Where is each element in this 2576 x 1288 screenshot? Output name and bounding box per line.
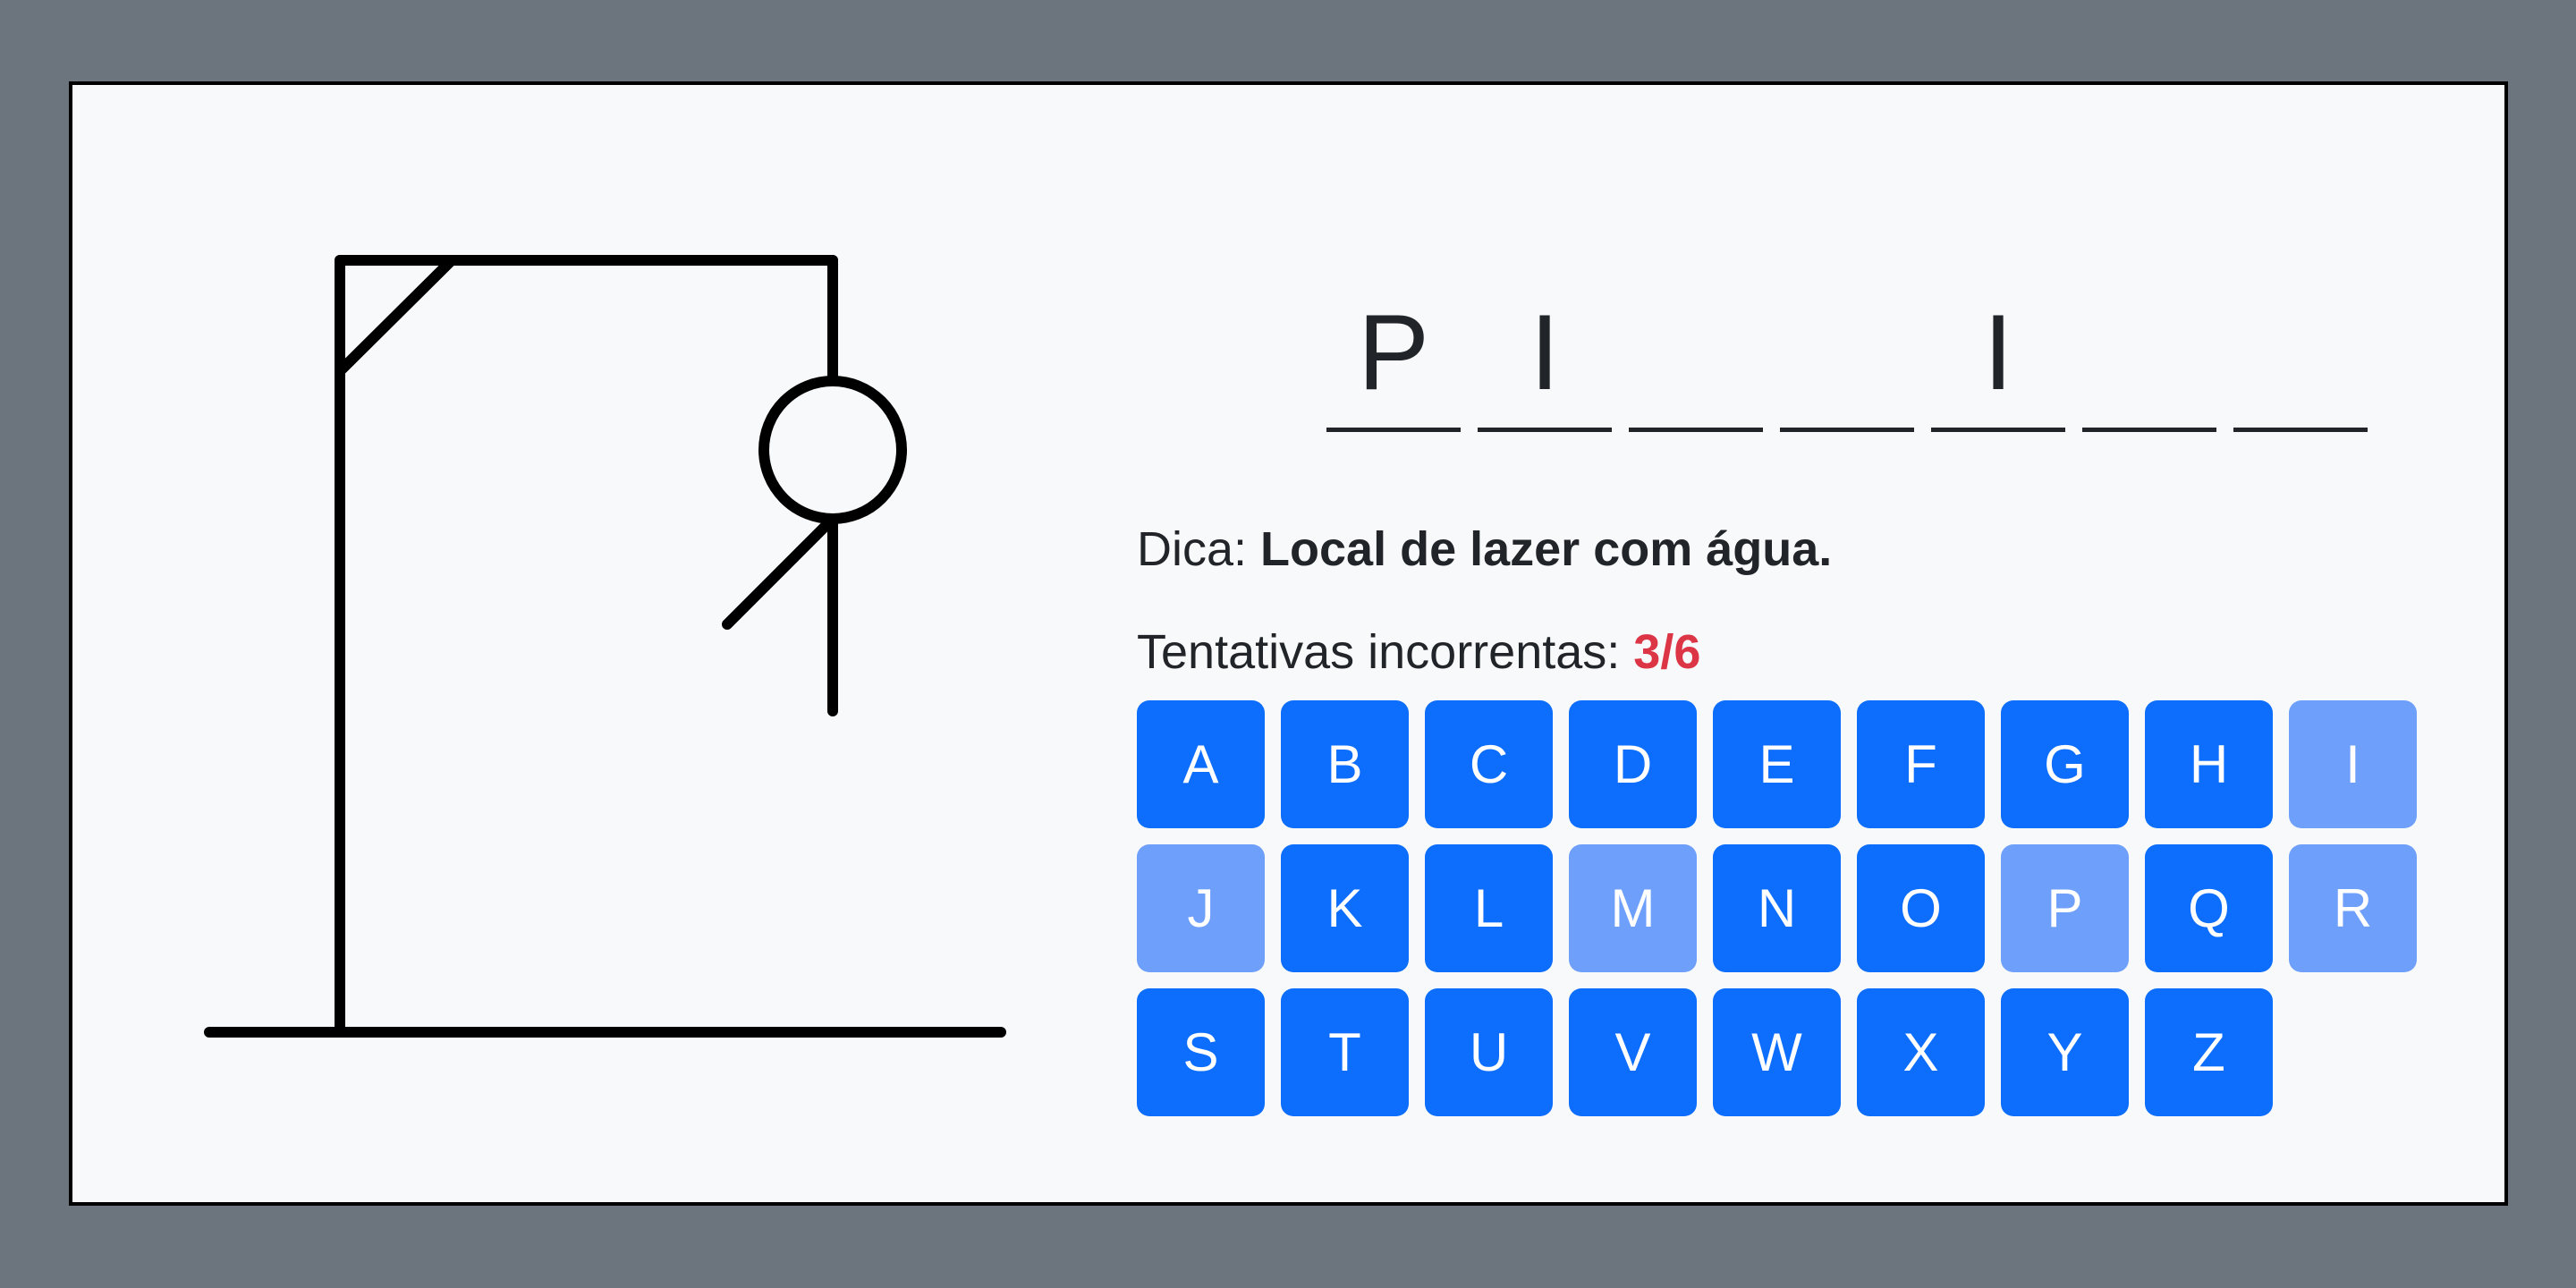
- hint-label: Dica:: [1137, 522, 1248, 576]
- key-s[interactable]: S: [1137, 988, 1265, 1116]
- key-a[interactable]: A: [1137, 700, 1265, 828]
- gallows-brace: [335, 255, 457, 377]
- letter-slot: [2233, 273, 2368, 432]
- key-q[interactable]: Q: [2145, 844, 2273, 972]
- hangman-head: [758, 376, 907, 524]
- tries-label: Tentativas incorrentas:: [1137, 625, 1621, 679]
- letter-slot: I: [1931, 273, 2065, 432]
- key-f[interactable]: F: [1857, 700, 1985, 828]
- tries-value: 3/6: [1633, 625, 1701, 679]
- key-r: R: [2289, 844, 2417, 972]
- key-b[interactable]: B: [1281, 700, 1409, 828]
- key-o[interactable]: O: [1857, 844, 1985, 972]
- word-display: P I I: [1326, 273, 2368, 432]
- letter-slot: P: [1326, 273, 1461, 432]
- key-t[interactable]: T: [1281, 988, 1409, 1116]
- key-j: J: [1137, 844, 1265, 972]
- key-h[interactable]: H: [2145, 700, 2273, 828]
- key-g[interactable]: G: [2001, 700, 2129, 828]
- key-l[interactable]: L: [1425, 844, 1553, 972]
- hint: Dica: Local de lazer com água.: [1137, 521, 1832, 577]
- key-e[interactable]: E: [1713, 700, 1841, 828]
- hangman-left-arm: [722, 513, 838, 630]
- key-p: P: [2001, 844, 2129, 972]
- key-k[interactable]: K: [1281, 844, 1409, 972]
- key-w[interactable]: W: [1713, 988, 1841, 1116]
- letter-slot: I: [1478, 273, 1612, 432]
- key-m: M: [1569, 844, 1697, 972]
- key-c[interactable]: C: [1425, 700, 1553, 828]
- letter-keyboard: ABCDEFGHI JKLMNOPQR STUVWXYZ: [1137, 700, 2443, 1116]
- key-d[interactable]: D: [1569, 700, 1697, 828]
- key-v[interactable]: V: [1569, 988, 1697, 1116]
- key-y[interactable]: Y: [2001, 988, 2129, 1116]
- hint-text: Local de lazer com água.: [1260, 522, 1833, 576]
- letter-slot: [1780, 273, 1914, 432]
- key-n[interactable]: N: [1713, 844, 1841, 972]
- wrong-tries: Tentativas incorrentas: 3/6: [1137, 624, 1700, 680]
- letter-slot: [1629, 273, 1763, 432]
- key-x[interactable]: X: [1857, 988, 1985, 1116]
- key-i: I: [2289, 700, 2417, 828]
- hangman-drawing: [204, 255, 1006, 1038]
- letter-slot: [2082, 273, 2216, 432]
- key-z[interactable]: Z: [2145, 988, 2273, 1116]
- key-u[interactable]: U: [1425, 988, 1553, 1116]
- game-card: P I I Dica: Local de lazer com água. Ten…: [69, 81, 2508, 1206]
